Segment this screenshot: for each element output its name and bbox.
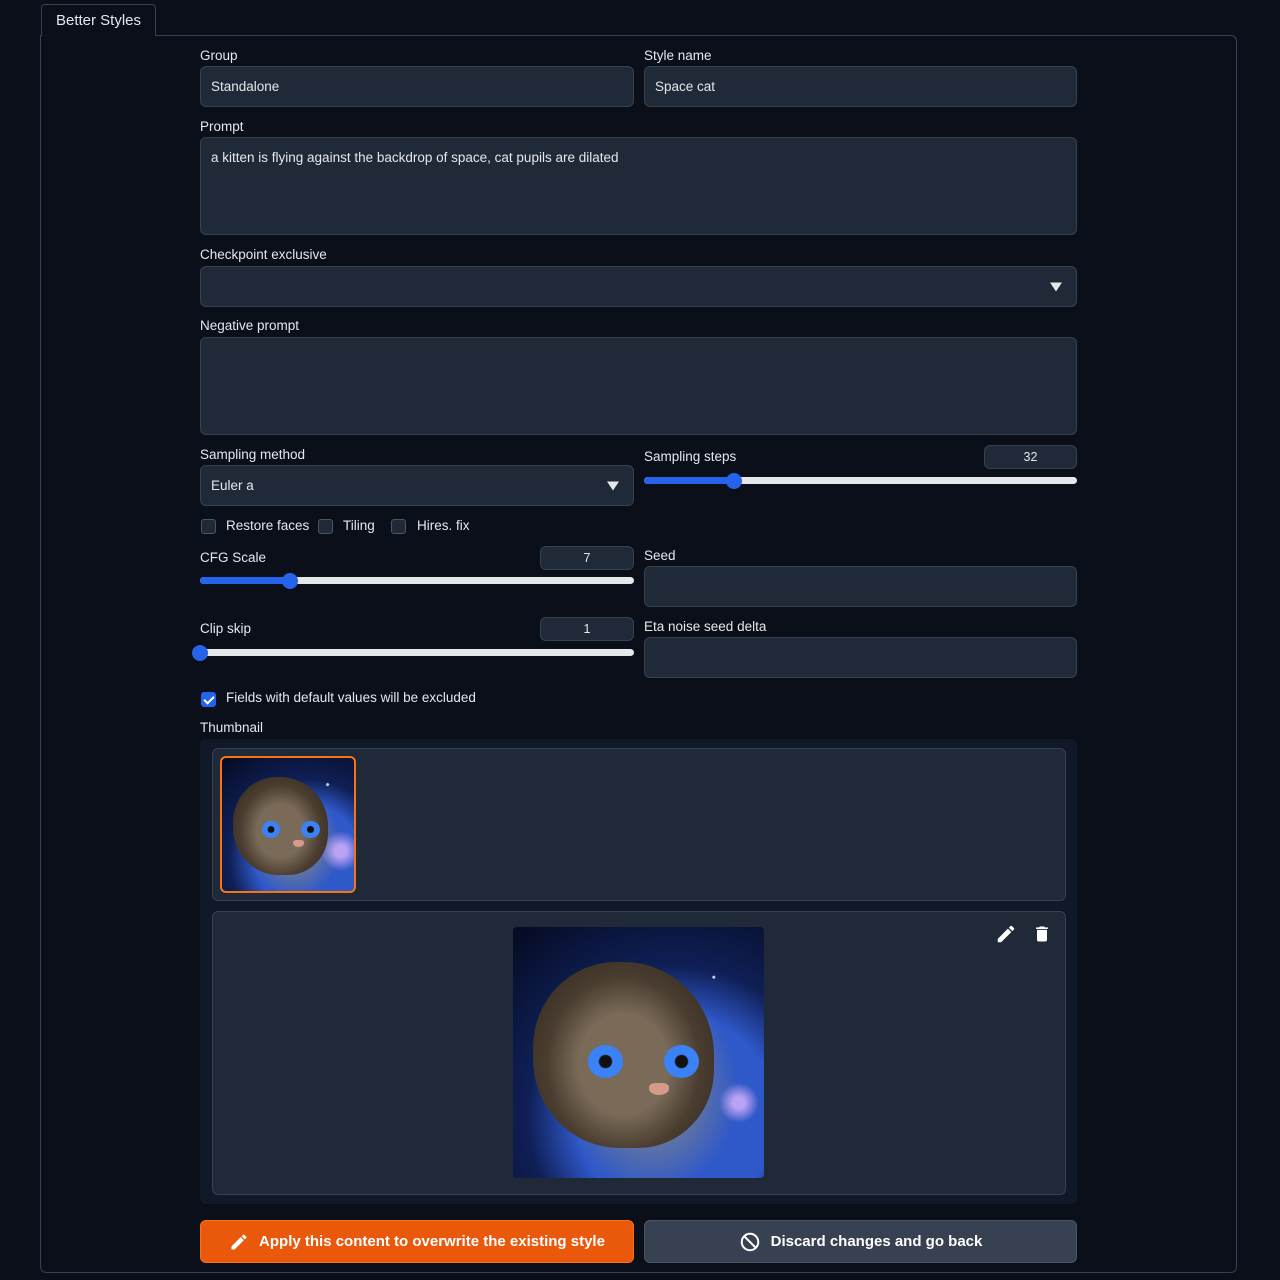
seed-label: Seed <box>644 548 676 563</box>
cat-eye-left <box>588 1044 624 1078</box>
restore-faces-checkbox[interactable] <box>201 519 216 534</box>
sampling-steps-number[interactable]: 32 <box>984 445 1077 469</box>
cfg-scale-number[interactable]: 7 <box>540 546 634 570</box>
group-label: Group <box>200 48 238 63</box>
clip-skip-label: Clip skip <box>200 621 252 636</box>
dropdown-arrow-icon <box>607 481 619 490</box>
tiling-label: Tiling <box>343 518 375 533</box>
cat-eye-right <box>301 820 320 838</box>
slider-thumb[interactable] <box>281 572 298 589</box>
exclude-defaults-label: Fields with default values will be exclu… <box>226 690 476 705</box>
prompt-textarea[interactable]: a kitten is flying against the backdrop … <box>200 137 1077 235</box>
sampling-method-value: Euler a <box>211 478 254 493</box>
tab-better-styles[interactable]: Better Styles <box>41 4 156 36</box>
negative-prompt-textarea[interactable] <box>200 337 1077 435</box>
sampling-steps-slider[interactable] <box>644 472 1077 489</box>
dropdown-arrow-icon <box>1050 282 1062 291</box>
thumbnail-image-selected[interactable] <box>220 756 356 893</box>
exclude-defaults-checkbox[interactable] <box>201 692 216 707</box>
slider-thumb[interactable] <box>192 644 208 661</box>
cfg-scale-slider[interactable] <box>200 572 634 589</box>
cfg-scale-label: CFG Scale <box>200 550 267 565</box>
hires-fix-checkbox[interactable] <box>391 519 406 534</box>
prompt-label: Prompt <box>200 119 244 134</box>
clip-skip-slider[interactable] <box>192 644 634 661</box>
group-input[interactable]: Standalone <box>200 66 634 107</box>
eta-noise-input[interactable] <box>644 637 1077 678</box>
sampling-steps-label: Sampling steps <box>644 449 737 464</box>
cat-eye-right <box>663 1044 699 1078</box>
discard-changes-button[interactable]: Discard changes and go back <box>644 1220 1077 1263</box>
restore-faces-label: Restore faces <box>226 518 310 533</box>
slider-fill <box>200 577 290 584</box>
cat-eye-left <box>261 820 281 838</box>
cat-nose <box>648 1082 669 1096</box>
pencil-icon <box>231 1233 247 1249</box>
negative-prompt-label: Negative prompt <box>200 318 300 333</box>
style-name-label: Style name <box>644 48 712 63</box>
preview-image[interactable] <box>513 927 764 1178</box>
style-name-input[interactable]: Space cat <box>644 66 1077 107</box>
checkpoint-label: Checkpoint exclusive <box>200 247 327 262</box>
clip-skip-number[interactable]: 1 <box>540 617 634 641</box>
sampling-method-label: Sampling method <box>200 447 306 462</box>
eta-noise-label: Eta noise seed delta <box>644 619 767 634</box>
thumbnail-label: Thumbnail <box>200 720 264 735</box>
discard-changes-label: Discard changes and go back <box>770 1233 983 1250</box>
checkpoint-dropdown[interactable] <box>200 266 1077 307</box>
prohibited-icon <box>740 1232 759 1251</box>
sampling-method-dropdown[interactable]: Euler a <box>200 465 634 506</box>
tiling-checkbox[interactable] <box>318 519 333 534</box>
edit-pencil-icon[interactable] <box>994 922 1018 946</box>
apply-overwrite-label: Apply this content to overwrite the exis… <box>259 1233 605 1250</box>
apply-overwrite-button[interactable]: Apply this content to overwrite the exis… <box>200 1220 634 1263</box>
hires-fix-label: Hires. fix <box>417 518 470 533</box>
slider-fill <box>644 477 735 484</box>
delete-trash-icon[interactable] <box>1030 922 1054 946</box>
seed-input[interactable] <box>644 566 1077 607</box>
slider-thumb[interactable] <box>726 472 743 489</box>
